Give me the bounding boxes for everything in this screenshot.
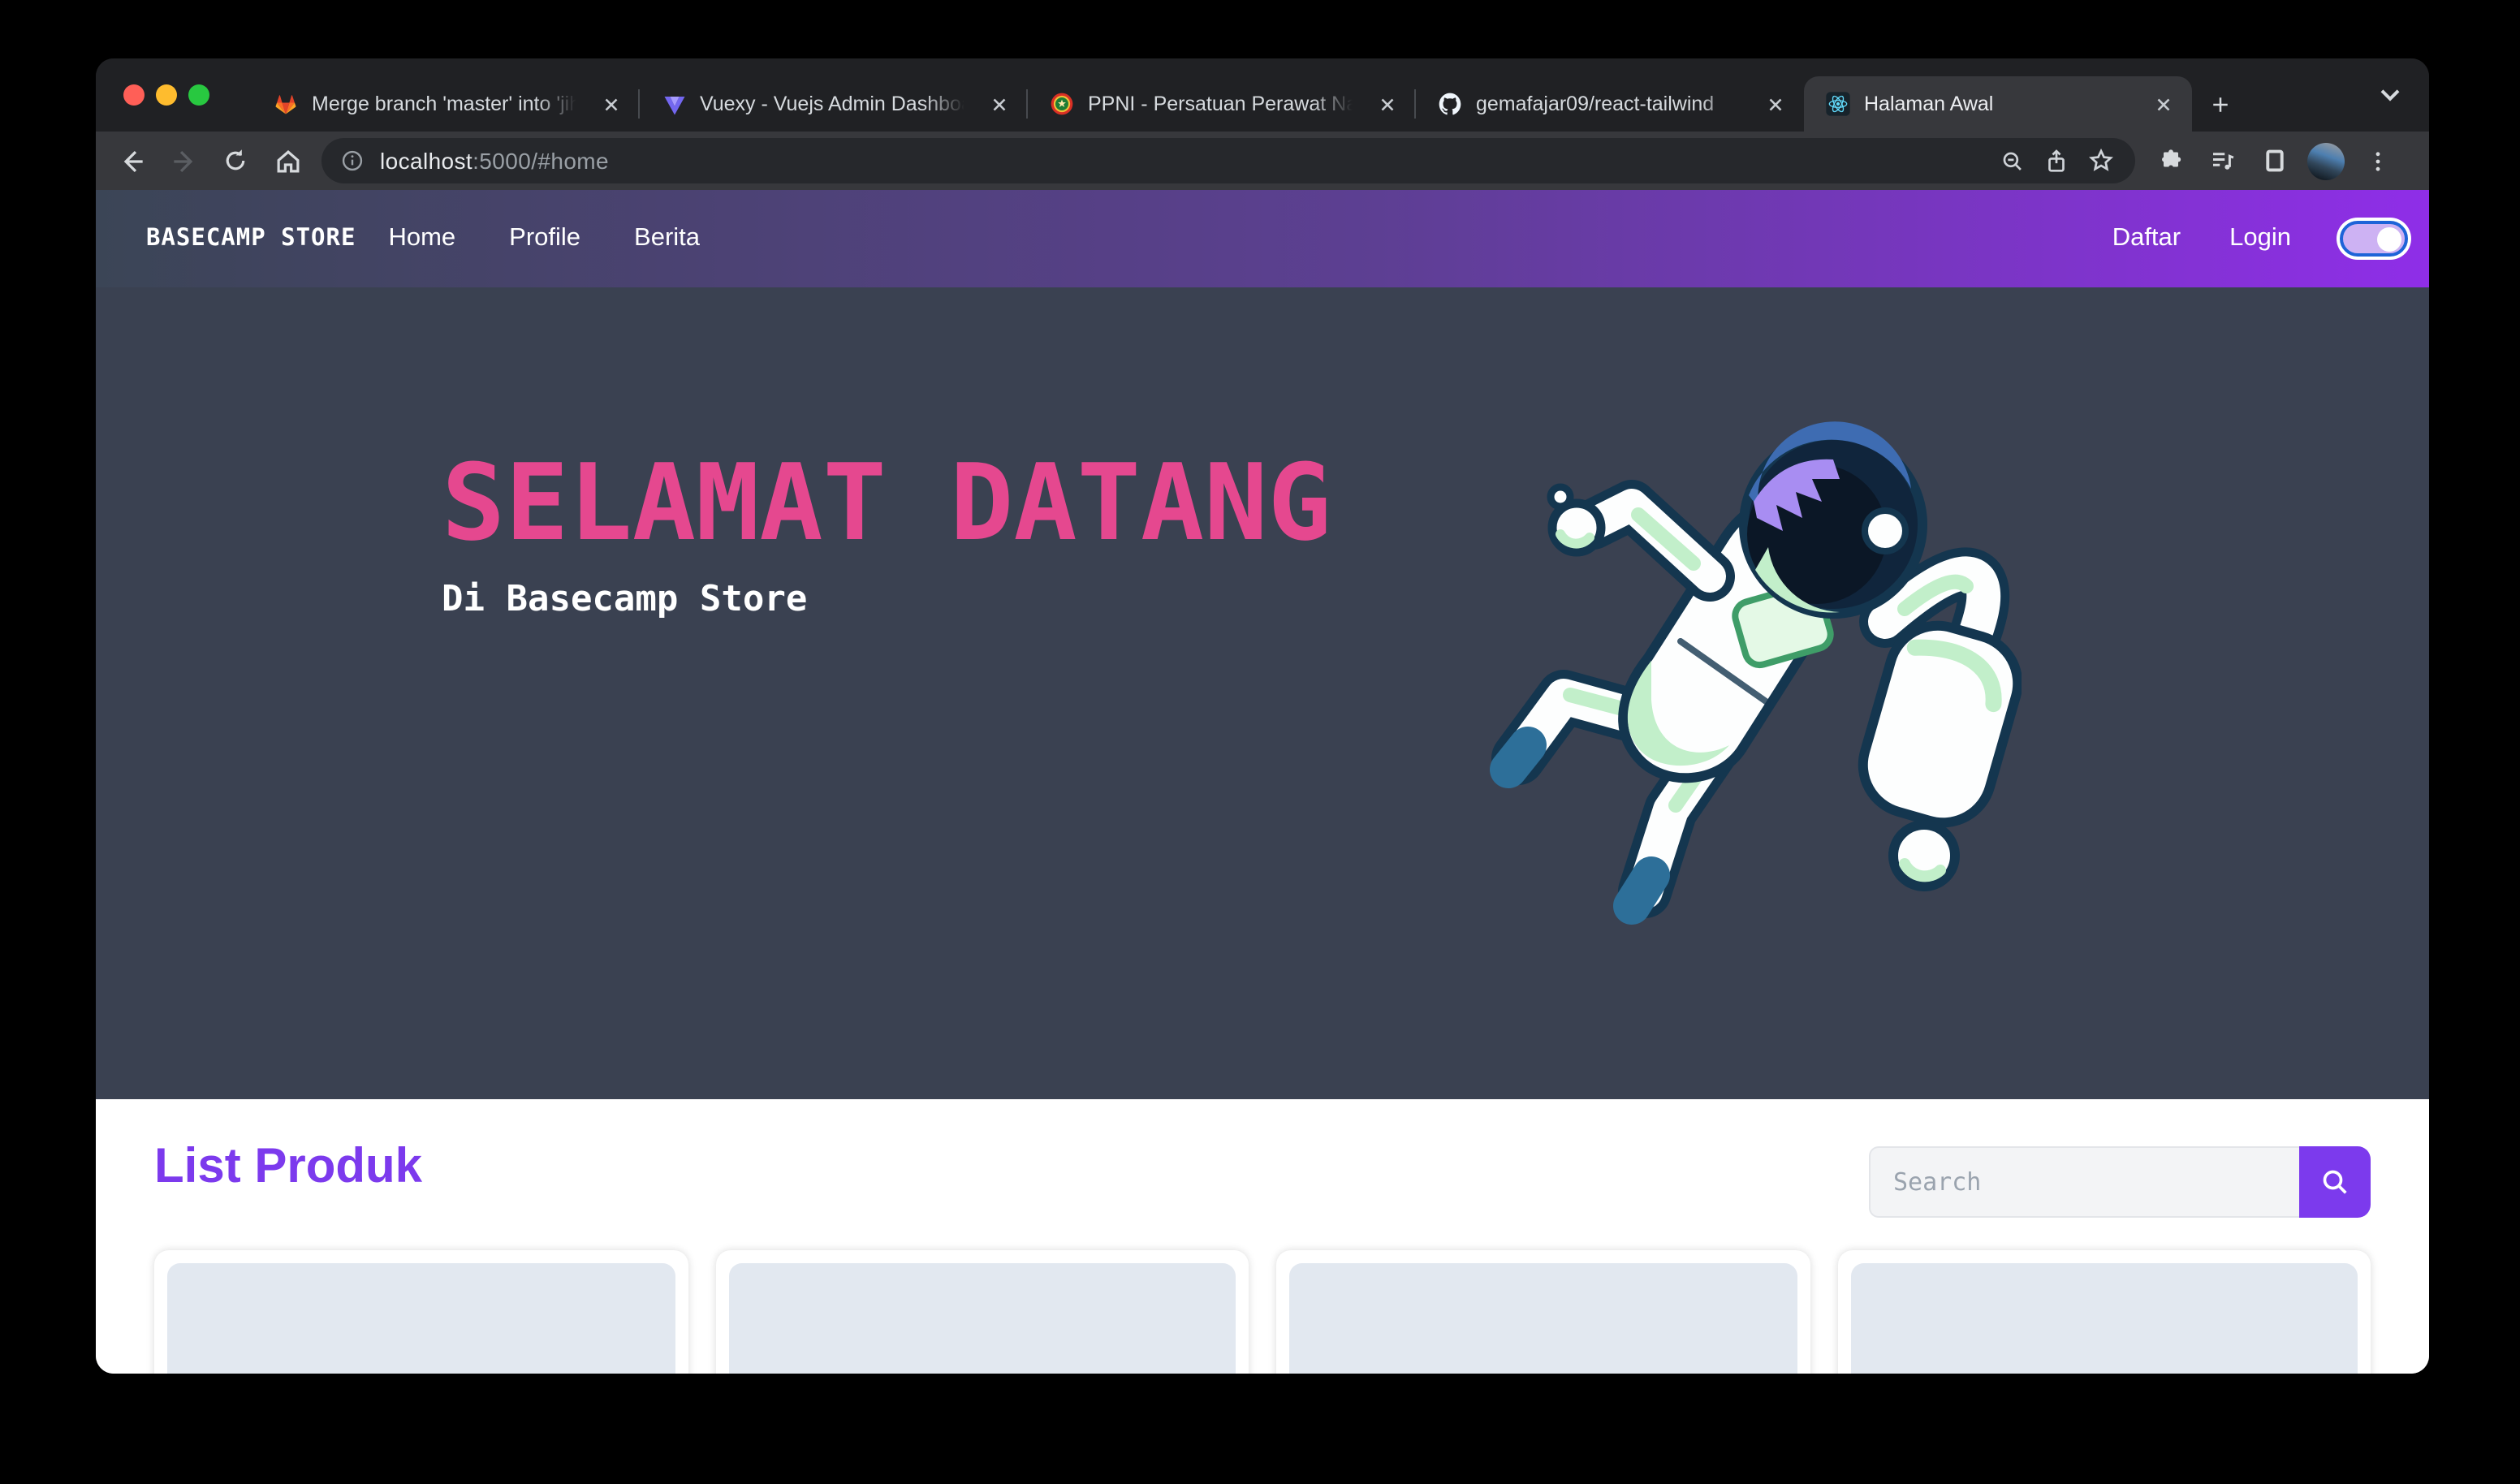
tab-title: Merge branch 'master' into 'jiha bbox=[312, 93, 585, 115]
site-navbar: BASECAMP STORE Home Profile Berita Dafta… bbox=[96, 190, 2429, 287]
tab-ppni[interactable]: PPNI - Persatuan Perawat Nasio bbox=[1028, 76, 1416, 132]
side-panel-icon bbox=[2260, 146, 2289, 175]
zoom-out-icon bbox=[1999, 147, 2026, 175]
url-text: localhost:5000/#home bbox=[380, 148, 609, 174]
screen: Merge branch 'master' into 'jiha Vuexy -… bbox=[0, 0, 2520, 1484]
url-host: localhost bbox=[380, 148, 472, 174]
close-tab-icon[interactable] bbox=[598, 91, 624, 117]
window-controls bbox=[123, 84, 209, 106]
url-path: :5000/#home bbox=[472, 148, 609, 174]
close-tab-icon[interactable] bbox=[2150, 91, 2176, 117]
react-icon bbox=[1825, 91, 1851, 117]
forward-button[interactable] bbox=[158, 136, 209, 185]
home-icon bbox=[272, 145, 303, 176]
share-icon bbox=[2043, 147, 2070, 175]
zoom-out-indicator-button[interactable] bbox=[1991, 140, 2035, 182]
forward-arrow-icon bbox=[168, 145, 199, 176]
product-card[interactable] bbox=[1837, 1250, 2371, 1374]
reading-list-button[interactable] bbox=[2197, 136, 2249, 185]
vuexy-icon bbox=[661, 91, 687, 117]
star-icon bbox=[2086, 146, 2115, 175]
new-tab-button[interactable] bbox=[2192, 76, 2247, 132]
plus-icon bbox=[2207, 92, 2232, 116]
search-input[interactable] bbox=[1869, 1146, 2299, 1218]
search-icon bbox=[2319, 1166, 2351, 1198]
product-card[interactable] bbox=[715, 1250, 1249, 1374]
reload-icon bbox=[221, 146, 250, 175]
minimize-window-button[interactable] bbox=[156, 84, 177, 106]
tab-halaman-awal-active[interactable]: Halaman Awal bbox=[1804, 76, 2192, 132]
products-heading: List Produk bbox=[154, 1140, 422, 1195]
side-panel-button[interactable] bbox=[2249, 136, 2301, 185]
product-card-grid bbox=[154, 1250, 2371, 1374]
hero-section: SELAMAT DATANG Di Basecamp Store bbox=[96, 287, 2429, 1099]
product-image-placeholder bbox=[1289, 1263, 1797, 1374]
product-image-placeholder bbox=[1850, 1263, 2358, 1374]
page-content: BASECAMP STORE Home Profile Berita Dafta… bbox=[96, 190, 2429, 1374]
github-icon bbox=[1437, 91, 1463, 117]
hero-text: SELAMAT DATANG Di Basecamp Store bbox=[442, 450, 1331, 621]
site-info-icon bbox=[339, 148, 365, 174]
reload-button[interactable] bbox=[209, 136, 261, 185]
close-tab-icon[interactable] bbox=[986, 91, 1012, 117]
tab-strip: Merge branch 'master' into 'jiha Vuexy -… bbox=[96, 58, 2429, 132]
astronaut-illustration bbox=[1469, 382, 2022, 934]
tab-search-chevron-button[interactable] bbox=[2374, 78, 2406, 110]
playlist-music-icon bbox=[2208, 146, 2237, 175]
back-arrow-icon bbox=[116, 145, 147, 176]
brand-logo[interactable]: BASECAMP STORE bbox=[146, 226, 356, 252]
back-button[interactable] bbox=[106, 136, 158, 185]
register-link[interactable]: Daftar bbox=[2112, 224, 2181, 253]
browser-window: Merge branch 'master' into 'jiha Vuexy -… bbox=[96, 58, 2429, 1374]
puzzle-icon bbox=[2156, 146, 2186, 175]
hero-title: SELAMAT DATANG bbox=[442, 450, 1331, 561]
nav-link-home[interactable]: Home bbox=[388, 224, 455, 253]
three-dot-menu-icon bbox=[2363, 147, 2391, 175]
search-button[interactable] bbox=[2299, 1146, 2371, 1218]
tab-github[interactable]: gemafajar09/react-tailwind bbox=[1416, 76, 1804, 132]
product-image-placeholder bbox=[728, 1263, 1236, 1374]
chevron-down-icon bbox=[2374, 78, 2406, 110]
address-bar[interactable]: localhost:5000/#home bbox=[321, 138, 2135, 183]
tab-title: Vuexy - Vuejs Admin Dashboar bbox=[700, 93, 973, 115]
nav-links: Home Profile Berita bbox=[388, 224, 700, 253]
home-button[interactable] bbox=[261, 136, 313, 185]
share-button[interactable] bbox=[2035, 140, 2078, 182]
profile-avatar[interactable] bbox=[2307, 142, 2345, 179]
hero-subtitle: Di Basecamp Store bbox=[442, 580, 1331, 621]
close-tab-icon[interactable] bbox=[1374, 91, 1400, 117]
nav-link-berita[interactable]: Berita bbox=[634, 224, 700, 253]
tab-vuexy[interactable]: Vuexy - Vuejs Admin Dashboar bbox=[640, 76, 1028, 132]
maximize-window-button[interactable] bbox=[188, 84, 209, 106]
products-section: List Produk bbox=[96, 1099, 2429, 1374]
extensions-button[interactable] bbox=[2145, 136, 2197, 185]
close-window-button[interactable] bbox=[123, 84, 145, 106]
bookmark-button[interactable] bbox=[2078, 140, 2122, 182]
toggle-knob bbox=[2377, 226, 2401, 251]
browser-toolbar: localhost:5000/#home bbox=[96, 132, 2429, 190]
product-image-placeholder bbox=[167, 1263, 675, 1374]
close-tab-icon[interactable] bbox=[1762, 91, 1788, 117]
product-card[interactable] bbox=[1276, 1250, 1810, 1374]
ppni-icon bbox=[1049, 91, 1075, 117]
product-card[interactable] bbox=[154, 1250, 688, 1374]
browser-menu-button[interactable] bbox=[2351, 136, 2403, 185]
tab-title: PPNI - Persatuan Perawat Nasio bbox=[1088, 93, 1361, 115]
tab-title: gemafajar09/react-tailwind bbox=[1476, 93, 1749, 115]
tab-gitlab-merge[interactable]: Merge branch 'master' into 'jiha bbox=[252, 76, 640, 132]
nav-actions: Daftar Login bbox=[2112, 221, 2408, 257]
gitlab-icon bbox=[273, 91, 299, 117]
theme-toggle[interactable] bbox=[2340, 221, 2408, 257]
nav-link-profile[interactable]: Profile bbox=[509, 224, 580, 253]
tab-title: Halaman Awal bbox=[1864, 93, 2137, 115]
product-search bbox=[1869, 1146, 2371, 1218]
login-link[interactable]: Login bbox=[2229, 224, 2291, 253]
